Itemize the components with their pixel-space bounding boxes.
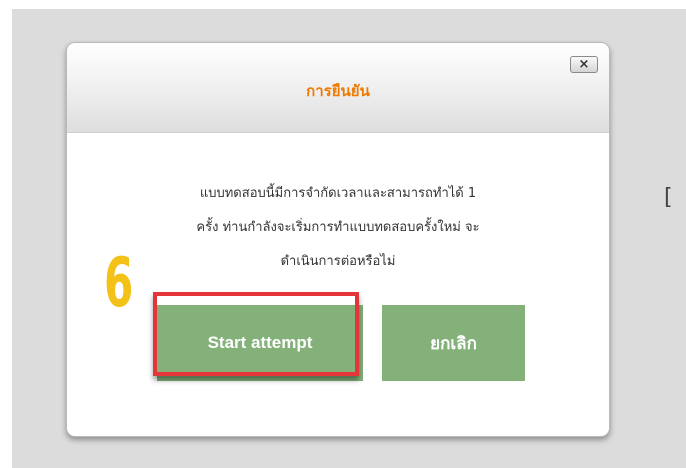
- close-icon: ×: [578, 57, 590, 72]
- partial-bracket-glyph: [: [664, 185, 673, 210]
- close-button[interactable]: ×: [570, 56, 598, 73]
- message-line: แบบทดสอบนี้มีการจำกัดเวลาและสามารถทำได้ …: [199, 186, 477, 201]
- dialog-message: แบบทดสอบนี้มีการจำกัดเวลาและสามารถทำได้ …: [97, 177, 579, 279]
- message-line: ดำเนินการต่อหรือไม่: [280, 254, 396, 269]
- dialog-header: การยืนยัน ×: [67, 43, 609, 133]
- cancel-button[interactable]: ยกเลิก: [382, 305, 525, 381]
- start-attempt-button[interactable]: Start attempt: [157, 305, 363, 381]
- confirmation-dialog: การยืนยัน × แบบทดสอบนี้มีการจำกัดเวลาและ…: [66, 42, 610, 437]
- dialog-title: การยืนยัน: [306, 82, 370, 100]
- message-line: ครั้ง ท่านกำลังจะเริ่มการทำแบบทดสอบครั้ง…: [196, 220, 480, 235]
- step-number-annotation: 6: [104, 244, 134, 323]
